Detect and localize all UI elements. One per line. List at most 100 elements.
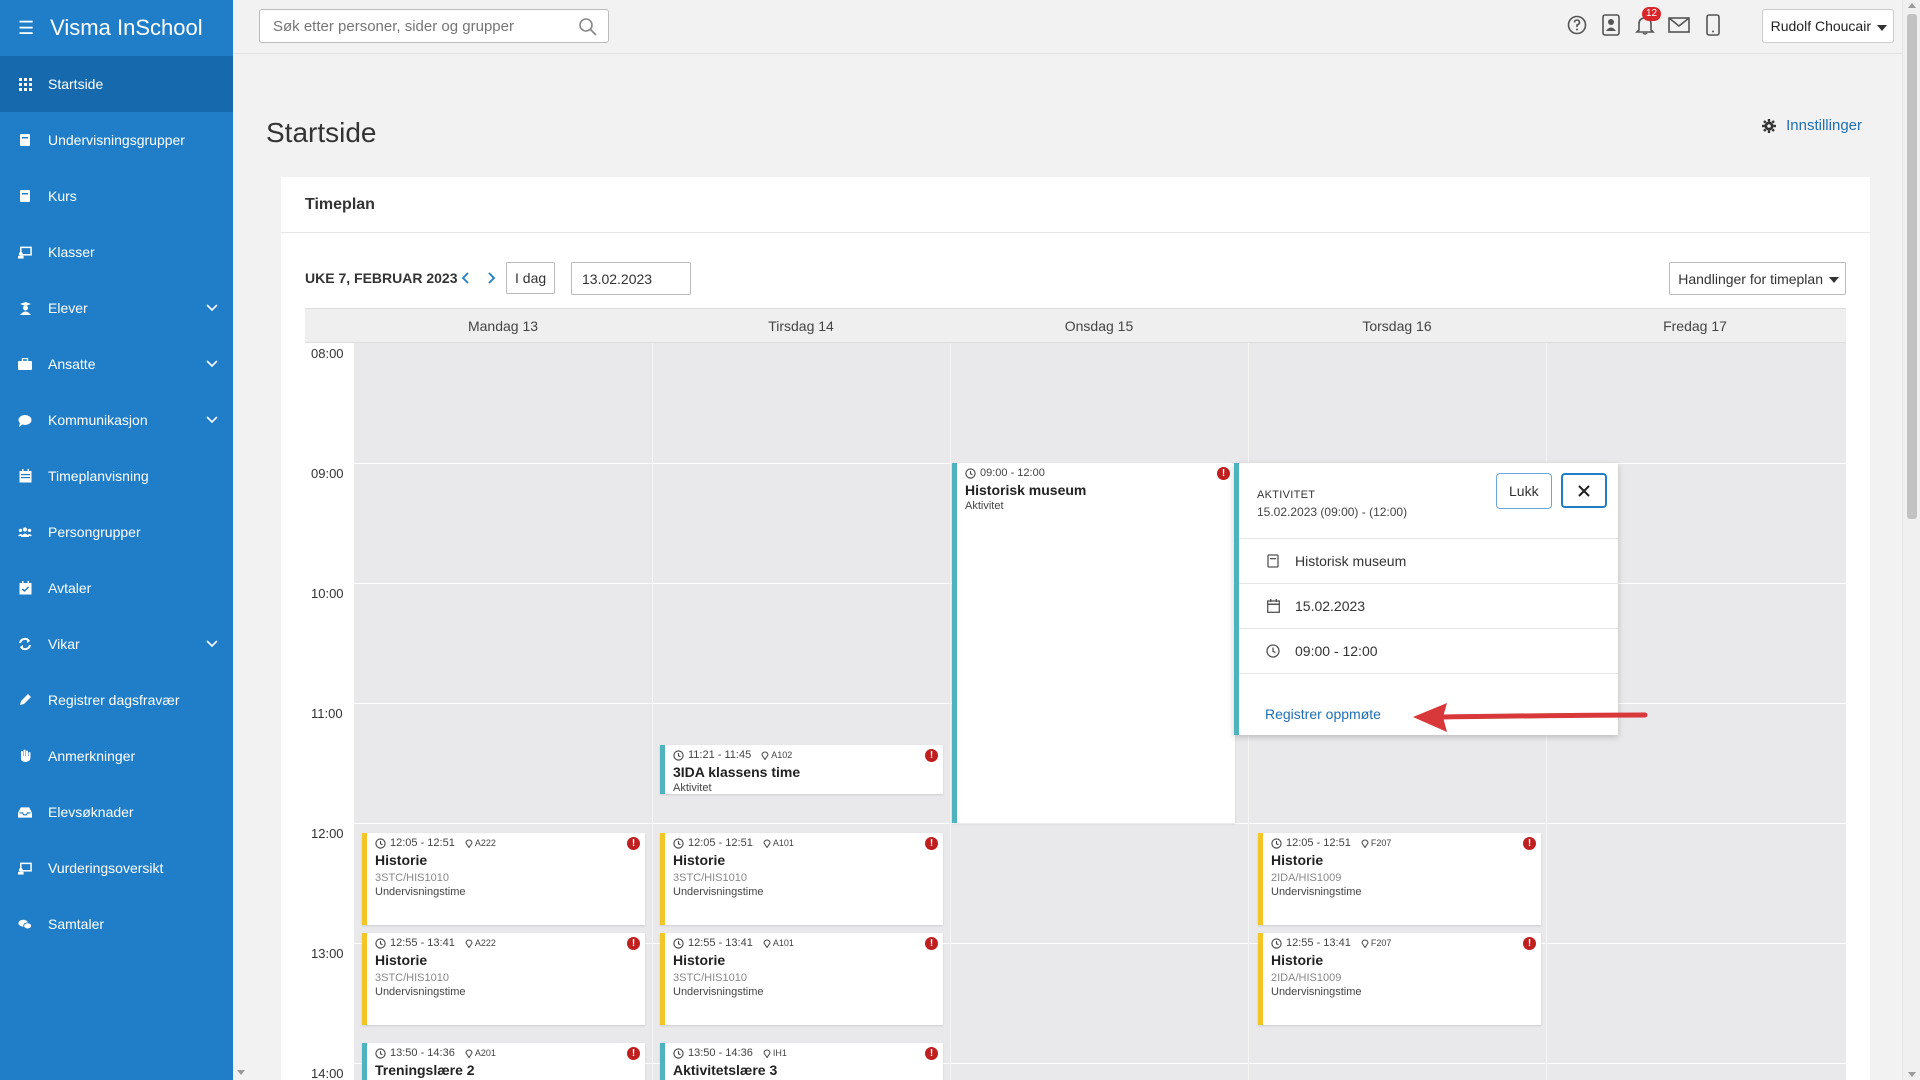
clock-icon [1265, 644, 1281, 658]
calendar-event[interactable]: 12:55 - 13:41 F207 Historie 2IDA/HIS1009 … [1258, 933, 1541, 1025]
close-tooltip-label[interactable]: Lukk [1496, 473, 1552, 509]
event-group-code: 2IDA/HIS1009 [1271, 872, 1342, 884]
calendar-event[interactable]: 12:55 - 13:41 A222 Historie 3STC/HIS1010 … [362, 933, 645, 1025]
page-scrollbar[interactable] [1902, 0, 1920, 1080]
sidebar-item-label: Kurs [48, 188, 77, 204]
close-button[interactable] [1561, 473, 1607, 508]
divider [1239, 673, 1618, 674]
sidebar-item-vikar[interactable]: Vikar [0, 616, 233, 672]
today-button[interactable]: I dag [506, 262, 556, 294]
location-pin-icon [763, 1049, 771, 1058]
event-group-code: 3STC/HIS1010 [375, 972, 449, 984]
sidebar-item-label: Persongrupper [48, 524, 141, 540]
hour-label: 09:00 [311, 466, 344, 481]
sidebar-item-ansatte[interactable]: Ansatte [0, 336, 233, 392]
day-header: Fredag 17 [1663, 318, 1727, 334]
clock-icon [673, 1047, 684, 1059]
event-time-text: 12:55 - 13:41 [390, 937, 455, 949]
event-room: F207 [1361, 938, 1392, 948]
calendar-event[interactable]: 13:50 - 14:36 IH1 Aktivitetslære 3 ! [660, 1043, 943, 1080]
day-divider [950, 343, 951, 1080]
help-icon[interactable] [1566, 14, 1588, 36]
student-icon [18, 301, 32, 315]
sidebar-item-startside[interactable]: Startside [0, 56, 233, 112]
bell-icon[interactable]: 12 [1634, 7, 1662, 36]
popover-row-date: 15.02.2023 [1239, 583, 1618, 628]
timetable-actions-dropdown[interactable]: Handlinger for timeplan [1669, 262, 1846, 295]
date-input[interactable] [571, 262, 691, 295]
sidebar-item-elever[interactable]: Elever [0, 280, 233, 336]
scroll-up-arrow[interactable] [1908, 3, 1916, 8]
popover-time: 09:00 - 12:00 [1295, 643, 1378, 659]
search-input[interactable] [273, 17, 563, 35]
sidebar-item-label: Samtaler [48, 916, 105, 932]
event-room-text: F207 [1370, 938, 1392, 948]
warning-icon: ! [925, 1047, 938, 1060]
calendar-event[interactable]: 11:21 - 11:45 A102 3IDA klassens time Akt… [660, 745, 943, 794]
user-menu[interactable]: Rudolf Choucair [1761, 9, 1894, 43]
sidebar-item-avtaler[interactable]: Avtaler [0, 560, 233, 616]
chevron-right-icon[interactable] [484, 271, 498, 285]
warning-icon: ! [1217, 467, 1230, 480]
refresh-icon [18, 637, 32, 651]
search-icon[interactable] [578, 17, 598, 37]
hour-label: 12:00 [311, 826, 344, 841]
sidebar-item-klasser[interactable]: Klasser [0, 224, 233, 280]
calendar-event[interactable]: 09:00 - 12:00 Historisk museum Aktivitet… [952, 463, 1235, 823]
brand[interactable]: ☰ Visma InSchool [0, 0, 233, 56]
top-icons: 12 [1566, 7, 1724, 36]
sidebar-item-kommunikasjon[interactable]: Kommunikasjon [0, 392, 233, 448]
chevron-down-icon[interactable] [205, 636, 219, 650]
mail-icon[interactable] [1668, 14, 1690, 36]
warning-icon: ! [627, 937, 640, 950]
calendar-event[interactable]: 12:55 - 13:41 A101 Historie 3STC/HIS1010 … [660, 933, 943, 1025]
event-time-text: 12:05 - 12:51 [390, 837, 455, 849]
sidebar-item-kurs[interactable]: Kurs [0, 168, 233, 224]
event-time-text: 12:55 - 13:41 [1286, 937, 1351, 949]
event-title: Historie [673, 952, 726, 968]
event-time-text: 12:55 - 13:41 [688, 937, 753, 949]
chevron-down-icon[interactable] [205, 356, 219, 370]
chevron-down-icon[interactable] [205, 300, 219, 314]
event-time-text: 09:00 - 12:00 [980, 467, 1045, 479]
sidebar-item-label: Startside [48, 76, 104, 92]
sidebar-item-label: Ansatte [48, 356, 96, 372]
user-name: Rudolf Choucair [1770, 18, 1871, 34]
sidebar-item-elevsoknader[interactable]: Elevsøknader [0, 784, 233, 840]
warning-icon: ! [1523, 837, 1536, 850]
scroll-thumb[interactable] [1907, 14, 1917, 519]
book-icon [1265, 554, 1281, 568]
event-time: 09:00 - 12:00 [965, 467, 1227, 479]
calendar-event[interactable]: 12:05 - 12:51 A222 Historie 3STC/HIS1010 … [362, 833, 645, 925]
clock-icon [673, 937, 684, 949]
sidebar-item-timeplanvisning[interactable]: Timeplanvisning [0, 448, 233, 504]
calendar-event[interactable]: 13:50 - 14:36 A201 Treningslære 2 ! [362, 1043, 645, 1080]
menu-icon[interactable]: ☰ [18, 18, 34, 39]
chevron-left-icon[interactable] [459, 271, 473, 285]
sidebar-item-vurderingsoversikt[interactable]: Vurderingsoversikt [0, 840, 233, 896]
settings-link[interactable]: Innstillinger [1762, 117, 1862, 134]
classroom-icon [18, 245, 32, 259]
annotation-arrow [1413, 703, 1648, 732]
sidebar-item-undervisningsgrupper[interactable]: Undervisningsgrupper [0, 112, 233, 168]
search-box[interactable] [259, 9, 609, 43]
sidebar-item-registrer-dagsfravaer[interactable]: Registrer dagsfravær [0, 672, 233, 728]
event-time: 12:05 - 12:51 A222 [375, 837, 637, 849]
contact-card-icon[interactable] [1600, 14, 1622, 36]
calendar-event[interactable]: 12:05 - 12:51 A101 Historie 3STC/HIS1010 … [660, 833, 943, 925]
caret-down-icon [1829, 277, 1839, 283]
sidebar-item-anmerkninger[interactable]: Anmerkninger [0, 728, 233, 784]
event-group-code: 3STC/HIS1010 [673, 972, 747, 984]
mobile-icon[interactable] [1702, 14, 1724, 36]
day-header: Tirsdag 14 [768, 318, 834, 334]
scroll-down-arrow[interactable] [1908, 1072, 1916, 1077]
calendar-event[interactable]: 12:05 - 12:51 F207 Historie 2IDA/HIS1009 … [1258, 833, 1541, 925]
location-pin-icon [763, 939, 771, 948]
register-attendance-link[interactable]: Registrer oppmøte [1265, 706, 1381, 722]
event-title: Aktivitetslære 3 [673, 1062, 778, 1078]
sidebar-scroll-down[interactable] [237, 1070, 245, 1075]
chevron-down-icon[interactable] [205, 412, 219, 426]
sidebar-item-persongrupper[interactable]: Persongrupper [0, 504, 233, 560]
sidebar-item-label: Klasser [48, 244, 95, 260]
sidebar-item-samtaler[interactable]: Samtaler [0, 896, 233, 952]
